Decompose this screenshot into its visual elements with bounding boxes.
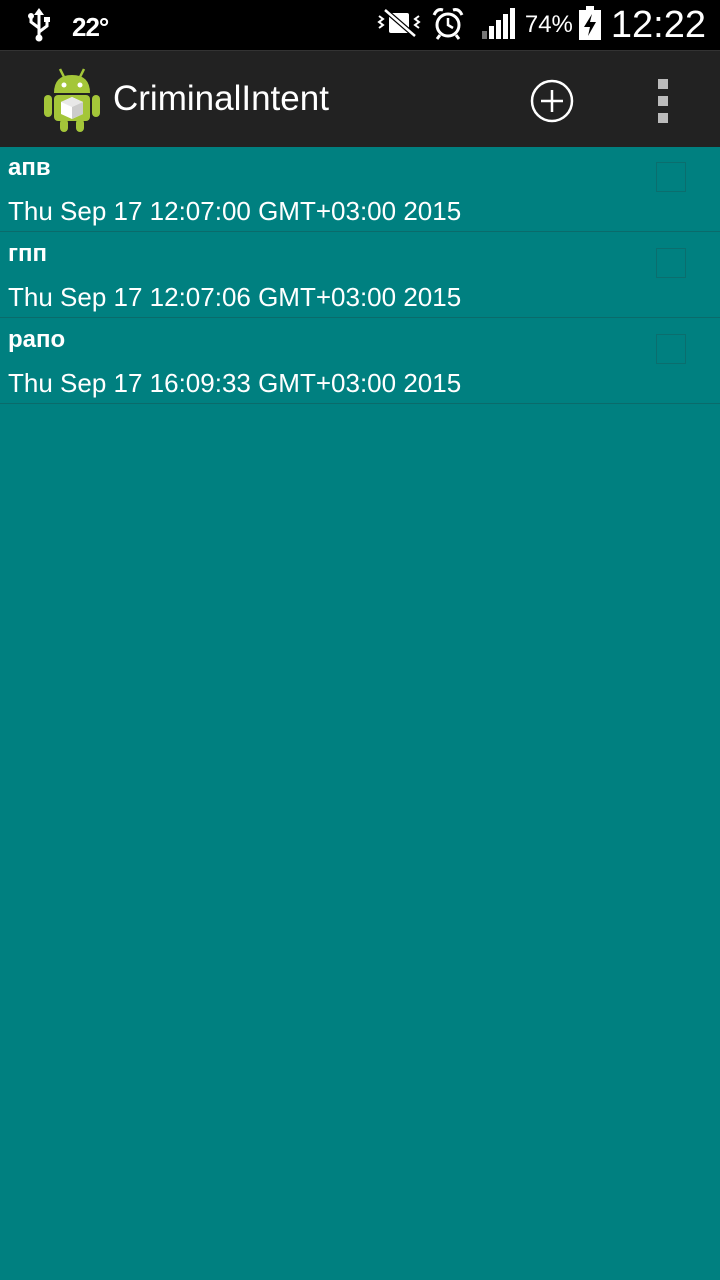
add-crime-button[interactable] — [524, 73, 580, 129]
crime-title: гпп — [8, 240, 47, 267]
add-circle-icon — [530, 79, 574, 123]
action-bar: CriminalIntent — [0, 50, 720, 147]
battery-charging-icon — [578, 5, 601, 45]
clock-time: 12:22 — [610, 3, 706, 46]
battery-percent: 74% — [524, 11, 573, 38]
crime-list: апв Thu Sep 17 12:07:00 GMT+03:00 2015 г… — [0, 146, 720, 404]
temperature-text: 22° — [72, 12, 109, 42]
signal-icon — [481, 7, 515, 44]
status-bar-right: 74% 12:22 — [375, 2, 706, 48]
crime-date: Thu Sep 17 12:07:00 GMT+03:00 2015 — [8, 196, 462, 226]
alarm-icon — [431, 6, 465, 45]
overflow-menu-button[interactable] — [640, 73, 688, 129]
crime-title: рапо — [8, 326, 66, 353]
crime-list-item[interactable]: рапо Thu Sep 17 16:09:33 GMT+03:00 2015 — [0, 318, 720, 404]
android-app-icon — [42, 65, 102, 133]
solved-checkbox[interactable] — [656, 248, 686, 278]
usb-icon — [26, 8, 52, 47]
crime-title: апв — [8, 154, 51, 181]
crime-date: Thu Sep 17 12:07:06 GMT+03:00 2015 — [8, 282, 462, 312]
app-title: CriminalIntent — [113, 79, 329, 118]
solved-checkbox[interactable] — [656, 162, 686, 192]
crime-date: Thu Sep 17 16:09:33 GMT+03:00 2015 — [8, 368, 462, 398]
overflow-menu-icon — [658, 79, 668, 123]
status-bar-left: 22° — [26, 8, 109, 47]
solved-checkbox[interactable] — [656, 334, 686, 364]
crime-list-item[interactable]: гпп Thu Sep 17 12:07:06 GMT+03:00 2015 — [0, 232, 720, 318]
crime-list-item[interactable]: апв Thu Sep 17 12:07:00 GMT+03:00 2015 — [0, 146, 720, 232]
mute-vibrate-icon — [375, 7, 423, 43]
status-bar: 22° 74% 12:22 — [0, 0, 720, 50]
